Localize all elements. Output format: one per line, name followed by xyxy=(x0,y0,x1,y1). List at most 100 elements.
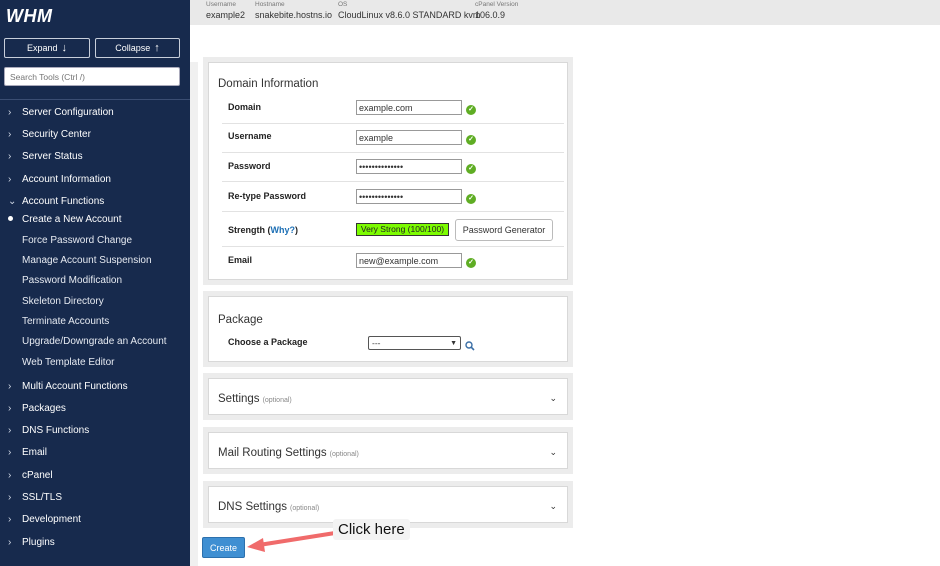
domain-information-body: Domain Information Domain ✓ Username ✓ P… xyxy=(208,62,568,280)
username-info-label: Username xyxy=(206,1,236,8)
username-info-value: example2 xyxy=(206,10,246,20)
os-info: OS CloudLinux v8.6.0 STANDARD kvm xyxy=(338,1,480,21)
username-input[interactable] xyxy=(356,130,462,145)
sidebar-item-label: DNS Functions xyxy=(22,424,90,436)
server-info-bar: Username example2 Hostname snakebite.hos… xyxy=(190,0,940,25)
sidebar-item-development[interactable]: › Development xyxy=(0,510,81,528)
panel-title: DNS Settings (optional) xyxy=(218,501,319,513)
sidebar-item-account-information[interactable]: › Account Information xyxy=(0,170,111,188)
optional-tag: (optional) xyxy=(329,451,359,458)
sidebar-sub-force-password-change[interactable]: Force Password Change xyxy=(22,231,132,249)
mail-routing-header: Mail Routing Settings (optional) ⌄ xyxy=(208,432,568,469)
sidebar-item-plugins[interactable]: › Plugins xyxy=(0,533,55,551)
check-icon: ✓ xyxy=(466,164,476,174)
panel-title: Package xyxy=(218,314,263,326)
sidebar-item-label: Packages xyxy=(22,402,66,414)
whm-logo: WHM xyxy=(6,6,53,26)
check-icon: ✓ xyxy=(466,194,476,204)
domain-input[interactable] xyxy=(356,100,462,115)
panel-title: Domain Information xyxy=(218,78,319,90)
check-icon: ✓ xyxy=(466,135,476,145)
hostname-info-value: snakebite.hostns.io xyxy=(255,10,333,20)
strength-text: Strength ( xyxy=(228,225,271,235)
dns-settings-title: DNS Settings xyxy=(218,501,288,513)
sidebar-sub-skeleton-directory[interactable]: Skeleton Directory xyxy=(22,292,104,310)
chevron-right-icon: › xyxy=(8,402,12,414)
create-button[interactable]: Create xyxy=(202,537,245,558)
sidebar-item-label: Security Center xyxy=(22,128,91,140)
chevron-right-icon: › xyxy=(8,380,12,392)
password-generator-button[interactable]: Password Generator xyxy=(455,219,553,241)
sidebar-divider xyxy=(0,99,190,100)
annotation-arrow-icon xyxy=(247,531,337,552)
sidebar-item-account-functions[interactable]: ⌄ Account Functions xyxy=(0,192,104,210)
os-info-value: CloudLinux v8.6.0 STANDARD kvm xyxy=(338,10,481,20)
hostname-info-label: Hostname xyxy=(255,1,285,8)
password-input[interactable] xyxy=(356,159,462,174)
panel-title: Mail Routing Settings (optional) xyxy=(218,447,359,459)
os-info-label: OS xyxy=(338,1,348,8)
package-select[interactable]: --- ▼ xyxy=(368,336,461,350)
sidebar-item-packages[interactable]: › Packages xyxy=(0,399,66,417)
retype-password-input[interactable] xyxy=(356,189,462,204)
collapse-button[interactable]: Collapse ↑ xyxy=(95,38,180,58)
collapse-label: Collapse xyxy=(115,43,151,53)
content-gutter xyxy=(190,62,198,566)
sidebar-item-label: Development xyxy=(22,513,81,525)
email-input[interactable] xyxy=(356,253,462,268)
package-panel: Package Choose a Package --- ▼ xyxy=(203,291,573,367)
sidebar-item-server-status[interactable]: › Server Status xyxy=(0,147,83,165)
settings-panel[interactable]: Settings (optional) ⌄ xyxy=(203,373,573,420)
sidebar-item-label: Plugins xyxy=(22,536,55,548)
sidebar-item-ssl-tls[interactable]: › SSL/TLS xyxy=(0,488,62,506)
chevron-right-icon: › xyxy=(8,491,12,503)
sidebar-item-security-center[interactable]: › Security Center xyxy=(0,125,91,143)
chevron-right-icon: › xyxy=(8,150,12,162)
sidebar-sub-password-modification[interactable]: Password Modification xyxy=(22,271,122,289)
chevron-down-icon[interactable]: ⌄ xyxy=(549,393,557,404)
divider xyxy=(222,211,564,212)
sidebar-item-email[interactable]: › Email xyxy=(0,443,47,461)
mail-routing-panel[interactable]: Mail Routing Settings (optional) ⌄ xyxy=(203,427,573,474)
divider xyxy=(222,152,564,153)
panel-title: Settings (optional) xyxy=(218,393,292,405)
magnifier-icon[interactable] xyxy=(465,338,475,356)
sidebar-sub-terminate-accounts[interactable]: Terminate Accounts xyxy=(22,312,109,330)
package-select-value: --- xyxy=(372,338,381,348)
chevron-right-icon: › xyxy=(8,424,12,436)
hostname-info: Hostname snakebite.hostns.io xyxy=(255,1,332,21)
strength-close: ) xyxy=(295,225,298,235)
expand-button[interactable]: Expand ↓ xyxy=(4,38,90,58)
chevron-right-icon: › xyxy=(8,513,12,525)
sidebar-item-label: Server Status xyxy=(22,150,83,162)
arrow-up-icon: ↑ xyxy=(154,42,160,54)
sidebar-item-cpanel[interactable]: › cPanel xyxy=(0,466,53,484)
sidebar-sub-create-account[interactable]: Create a New Account xyxy=(22,210,122,228)
chevron-right-icon: › xyxy=(8,106,12,118)
why-link[interactable]: Why? xyxy=(271,225,296,235)
search-tools-input[interactable] xyxy=(4,67,180,86)
sidebar-item-label: Account Information xyxy=(22,173,111,185)
domain-label: Domain xyxy=(228,102,262,112)
sidebar-item-multi-account-functions[interactable]: › Multi Account Functions xyxy=(0,377,128,395)
password-strength-meter: Very Strong (100/100) xyxy=(356,223,449,236)
sidebar: WHM Expand ↓ Collapse ↑ › Server Configur… xyxy=(0,0,190,566)
dns-settings-header: DNS Settings (optional) ⌄ xyxy=(208,486,568,523)
sidebar-sub-manage-suspension[interactable]: Manage Account Suspension xyxy=(22,251,152,269)
divider xyxy=(222,246,564,247)
cpanel-version-value: 106.0.9 xyxy=(475,10,506,20)
username-label: Username xyxy=(228,131,272,141)
sidebar-item-server-configuration[interactable]: › Server Configuration xyxy=(0,103,114,121)
strength-label: Strength (Why?) xyxy=(228,225,298,235)
username-info: Username example2 xyxy=(206,1,245,21)
sidebar-item-dns-functions[interactable]: › DNS Functions xyxy=(0,421,89,439)
chevron-down-icon[interactable]: ⌄ xyxy=(549,447,557,458)
sidebar-sub-web-template-editor[interactable]: Web Template Editor xyxy=(22,353,114,371)
sidebar-item-label: cPanel xyxy=(22,469,53,481)
chevron-down-icon[interactable]: ⌄ xyxy=(549,501,557,512)
cpanel-version-label: cPanel Version xyxy=(475,1,519,8)
active-bullet-icon xyxy=(8,216,13,221)
annotation-callout: Click here xyxy=(333,519,410,540)
check-icon: ✓ xyxy=(466,258,476,268)
sidebar-sub-upgrade-downgrade[interactable]: Upgrade/Downgrade an Account xyxy=(22,332,167,350)
